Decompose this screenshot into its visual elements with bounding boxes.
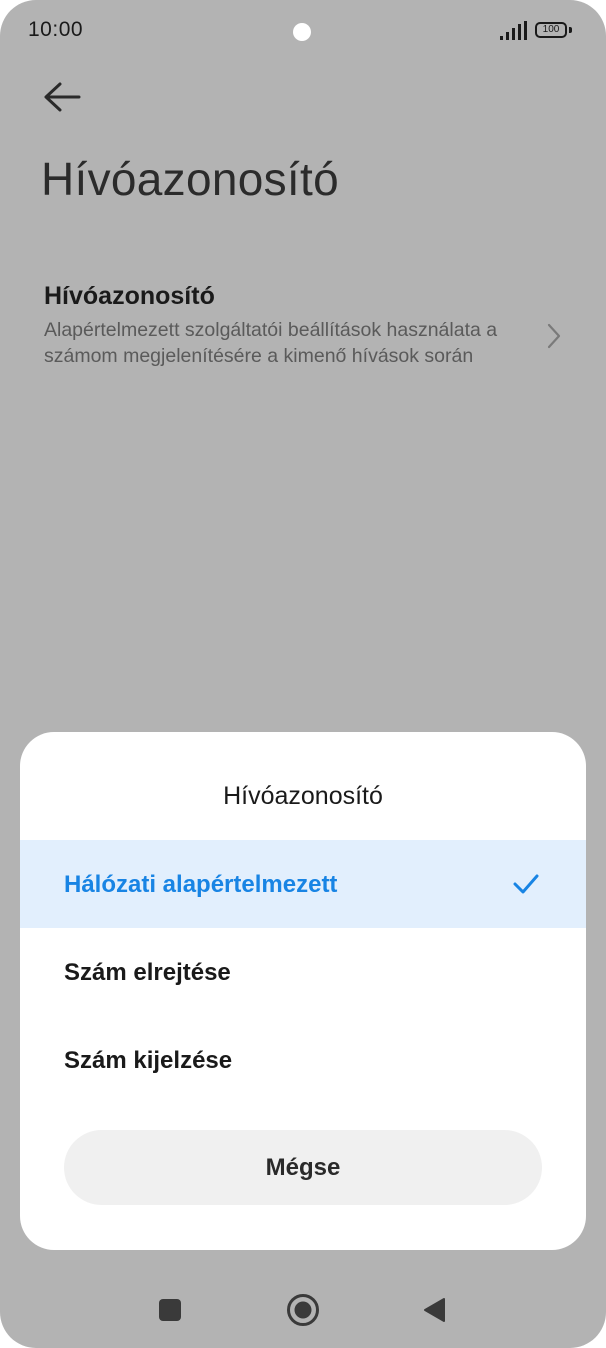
caller-id-dialog: Hívóazonosító Hálózati alapértelmezett S… — [20, 732, 586, 1250]
back-arrow-icon[interactable] — [36, 74, 86, 120]
setting-description: Alapértelmezett szolgáltatói beállítások… — [44, 319, 498, 367]
page-title: Hívóazonosító — [41, 153, 339, 205]
phone-screen: 10:00 100 Hívóazonosító Hívóazonosító Al… — [0, 0, 606, 1348]
battery-icon: 100 — [535, 22, 567, 38]
cancel-button[interactable]: Mégse — [64, 1130, 542, 1205]
camera-cutout — [293, 23, 311, 41]
chevron-right-icon — [547, 323, 561, 349]
battery-tip — [569, 27, 572, 33]
option-show-number[interactable]: Szám kijelzése — [20, 1016, 586, 1104]
option-label: Hálózati alapértelmezett — [64, 871, 338, 898]
option-label: Szám kijelzése — [64, 1047, 233, 1074]
dialog-title: Hívóazonosító — [223, 782, 383, 810]
signal-icon — [500, 21, 527, 40]
check-icon — [513, 874, 539, 894]
status-time: 10:00 — [28, 18, 84, 41]
option-network-default[interactable]: Hálózati alapértelmezett — [20, 840, 586, 928]
recents-square-icon[interactable] — [159, 1299, 181, 1321]
option-hide-number[interactable]: Szám elrejtése — [20, 928, 586, 1016]
home-circle-icon[interactable] — [286, 1293, 320, 1327]
caller-id-setting-row[interactable]: Hívóazonosító Alapértelmezett szolgáltat… — [0, 270, 606, 410]
back-triangle-icon[interactable] — [422, 1297, 446, 1323]
setting-title: Hívóazonosító — [44, 282, 215, 310]
option-label: Szám elrejtése — [64, 959, 231, 986]
